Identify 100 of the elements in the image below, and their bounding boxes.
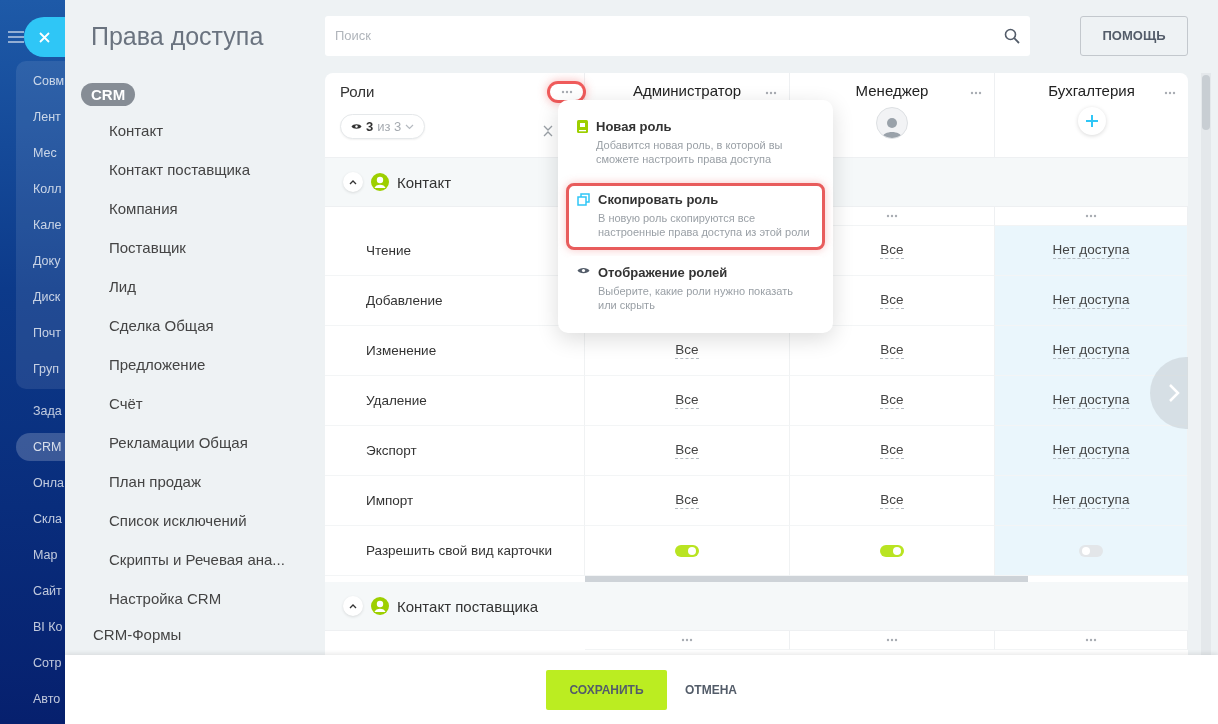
role-name: Бухгалтерия: [1048, 82, 1135, 99]
access-value[interactable]: Все: [880, 342, 904, 359]
toggle-switch[interactable]: [1079, 544, 1103, 557]
add-button[interactable]: [1077, 107, 1106, 135]
role-name: Администратор: [632, 82, 742, 99]
access-value[interactable]: Все: [880, 442, 904, 459]
nav-item[interactable]: Сайт: [16, 573, 65, 609]
sidebar-item[interactable]: Сделка Общая: [81, 306, 325, 345]
vertical-scrollbar[interactable]: [1201, 73, 1211, 655]
section-label: Контакт: [397, 173, 451, 191]
nav-item[interactable]: Авто: [16, 681, 65, 717]
search-field[interactable]: Поиск: [325, 15, 1030, 56]
nav-item[interactable]: Зада: [16, 393, 65, 429]
permission-label: Импорт: [325, 476, 585, 526]
access-value[interactable]: Нет доступа: [1052, 342, 1130, 359]
access-value[interactable]: Все: [880, 292, 904, 309]
chevron-icon: [349, 603, 357, 609]
access-value[interactable]: Все: [880, 242, 904, 259]
sidebar-item[interactable]: Предложение: [81, 345, 325, 384]
chevron-icon: [349, 179, 357, 185]
permission-label: Удаление: [325, 376, 585, 426]
access-value[interactable]: Нет доступа: [1052, 492, 1130, 509]
section-label: Контакт поставщика: [397, 597, 539, 615]
sidebar-item[interactable]: Список исключений: [81, 501, 325, 540]
sidebar-item[interactable]: Контакт: [81, 111, 325, 150]
sidebar-item[interactable]: Лид: [81, 267, 325, 306]
more-button[interactable]: [550, 84, 583, 100]
nav-item[interactable]: CRM: [16, 433, 65, 461]
horizontal-scrollbar[interactable]: [585, 576, 1028, 582]
collapse-icon[interactable]: [543, 125, 553, 137]
sidebar-item[interactable]: Скрипты и Речевая ана...: [81, 540, 325, 579]
nav-item[interactable]: Сотр: [16, 645, 65, 681]
search-icon[interactable]: [1004, 27, 1020, 44]
menu-item-title: Новая роль: [596, 119, 673, 134]
help-button[interactable]: ПОМОЩЬ: [1080, 15, 1188, 56]
person-icon: [371, 173, 389, 191]
sidebar-item[interactable]: Компания: [81, 189, 325, 228]
sidebar-item[interactable]: Поставщик: [81, 228, 325, 267]
nav-item[interactable]: Кале: [16, 207, 65, 243]
access-value[interactable]: Все: [880, 492, 904, 509]
sidebar-item[interactable]: Рекламации Общая: [81, 423, 325, 462]
chevron-right-icon: [1168, 383, 1180, 403]
menu-item-description: Выберите, какие роли нужно показать или скрыть: [598, 284, 794, 312]
access-value[interactable]: Все: [675, 342, 699, 359]
nav-item[interactable]: Лент: [16, 99, 65, 135]
menu-item-description: Добавится новая роль, в которой вы сможете настроить права доступа: [596, 138, 784, 166]
permission-label: Разрешить свой вид карточки: [325, 526, 585, 576]
visible-count: 3: [366, 119, 374, 134]
access-value[interactable]: Все: [675, 392, 699, 409]
total-count: из 3: [377, 119, 402, 134]
more-icon[interactable]: [1164, 91, 1176, 95]
copy-icon: [577, 193, 590, 206]
access-value[interactable]: Нет доступа: [1052, 442, 1130, 459]
eye-icon: [577, 266, 590, 275]
document-icon: [577, 120, 588, 133]
nav-item[interactable]: Доку: [16, 243, 65, 279]
nav-item[interactable]: Колл: [16, 171, 65, 207]
person-icon: [371, 597, 389, 615]
access-value[interactable]: Все: [675, 442, 699, 459]
sidebar-item[interactable]: Счёт: [81, 384, 325, 423]
close-button[interactable]: [24, 17, 65, 57]
access-value[interactable]: Нет доступа: [1052, 242, 1130, 259]
nav-item[interactable]: Скла: [16, 501, 65, 537]
access-value[interactable]: Нет доступа: [1052, 292, 1130, 309]
access-value[interactable]: Все: [880, 392, 904, 409]
collapse-button[interactable]: [343, 172, 363, 192]
nav-item[interactable]: Диск: [16, 279, 65, 315]
nav-item[interactable]: Онла: [16, 465, 65, 501]
sidebar-item[interactable]: Настройка CRM: [81, 579, 325, 618]
more-icon[interactable]: [886, 214, 898, 218]
more-icon[interactable]: [1085, 638, 1097, 642]
access-value[interactable]: Все: [675, 492, 699, 509]
menu-item-description: В новую роль скопируются все настроенные права доступа из этой роли: [598, 211, 810, 239]
nav-item[interactable]: Мес: [16, 135, 65, 171]
sidebar-item[interactable]: План продаж: [81, 462, 325, 501]
menu-item-title: Отображение ролей: [598, 265, 729, 280]
nav-item[interactable]: Совм: [16, 63, 65, 99]
sidebar-item[interactable]: Контакт поставщика: [81, 150, 325, 189]
nav-item[interactable]: BI Ко: [16, 609, 65, 645]
more-icon[interactable]: [1085, 214, 1097, 218]
more-icon[interactable]: [560, 90, 573, 94]
nav-item[interactable]: Груп: [16, 351, 65, 387]
roles-filter[interactable]: 3 из 3: [340, 114, 426, 139]
menu-icon[interactable]: [8, 31, 24, 43]
toggle-switch[interactable]: [880, 544, 904, 557]
more-icon[interactable]: [765, 91, 777, 95]
nav-item[interactable]: Мар: [16, 537, 65, 573]
sidebar-section[interactable]: CRM-Формы: [81, 618, 194, 651]
cancel-button[interactable]: ОТМЕНА: [685, 682, 737, 697]
more-icon[interactable]: [681, 638, 693, 642]
save-button[interactable]: СОХРАНИТЬ: [546, 669, 667, 710]
user-avatar[interactable]: [876, 107, 908, 139]
menu-item[interactable]: Скопировать роль В новую роль скопируются все настроенные права доступа из этой роли: [566, 183, 825, 250]
roles-label: Роли: [340, 83, 375, 100]
collapse-button[interactable]: [343, 596, 363, 616]
access-value[interactable]: Нет доступа: [1052, 392, 1130, 409]
toggle-switch[interactable]: [675, 544, 699, 557]
more-icon[interactable]: [886, 638, 898, 642]
more-icon[interactable]: [970, 91, 982, 95]
nav-item[interactable]: Почт: [16, 315, 65, 351]
